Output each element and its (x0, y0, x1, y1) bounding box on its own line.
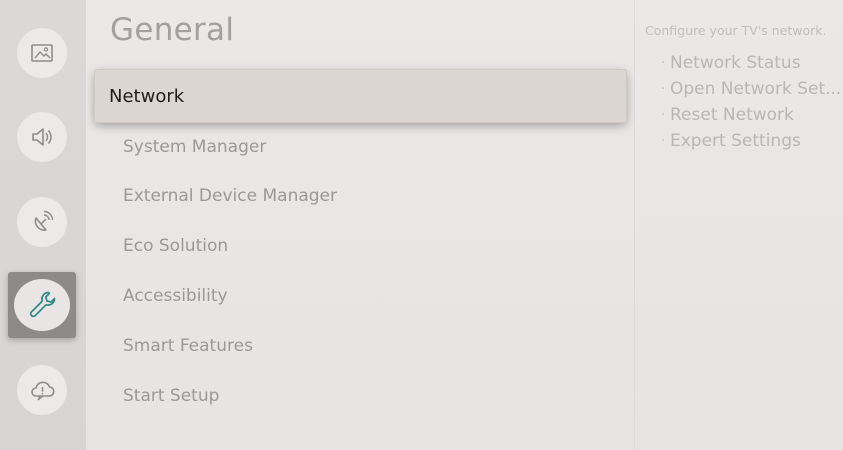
wrench-icon (29, 291, 56, 318)
bullet-marker: · (661, 82, 666, 97)
help-description: Configure your TV's network. (645, 23, 827, 38)
menu-item-smart-features[interactable]: Smart Features (123, 336, 253, 356)
help-item-network-status: Network Status (670, 53, 801, 73)
menu-item-start-setup[interactable]: Start Setup (123, 386, 219, 406)
support-icon (31, 381, 55, 401)
bullet-marker: · (661, 108, 666, 123)
general-menu-panel: General Network System Manager External … (86, 0, 634, 450)
category-sidebar (0, 0, 86, 450)
menu-item-external-device-manager[interactable]: External Device Manager (123, 186, 337, 206)
general-category-highlight (14, 279, 70, 331)
page-title: General (110, 12, 235, 48)
general-category-button[interactable] (8, 272, 76, 338)
help-item-open-network-settings: Open Network Set... (670, 79, 842, 99)
bullet-marker: · (661, 56, 666, 71)
sound-category-button[interactable] (17, 112, 67, 162)
picture-icon (31, 44, 53, 62)
bullet-marker: · (661, 134, 666, 149)
menu-item-accessibility[interactable]: Accessibility (123, 286, 228, 306)
broadcasting-icon (34, 210, 54, 231)
help-panel: Configure your TV's network. · Network S… (634, 0, 843, 450)
help-item-reset-network: Reset Network (670, 105, 794, 125)
picture-category-button[interactable] (17, 28, 67, 78)
help-item-expert-settings: Expert Settings (670, 131, 801, 151)
menu-item-network-label: Network (109, 85, 185, 107)
menu-item-eco-solution[interactable]: Eco Solution (123, 236, 228, 256)
menu-item-network[interactable]: Network (95, 70, 626, 122)
menu-item-system-manager[interactable]: System Manager (123, 137, 266, 157)
support-category-button[interactable] (17, 365, 67, 415)
sound-icon (32, 128, 52, 146)
broadcasting-category-button[interactable] (17, 197, 67, 247)
